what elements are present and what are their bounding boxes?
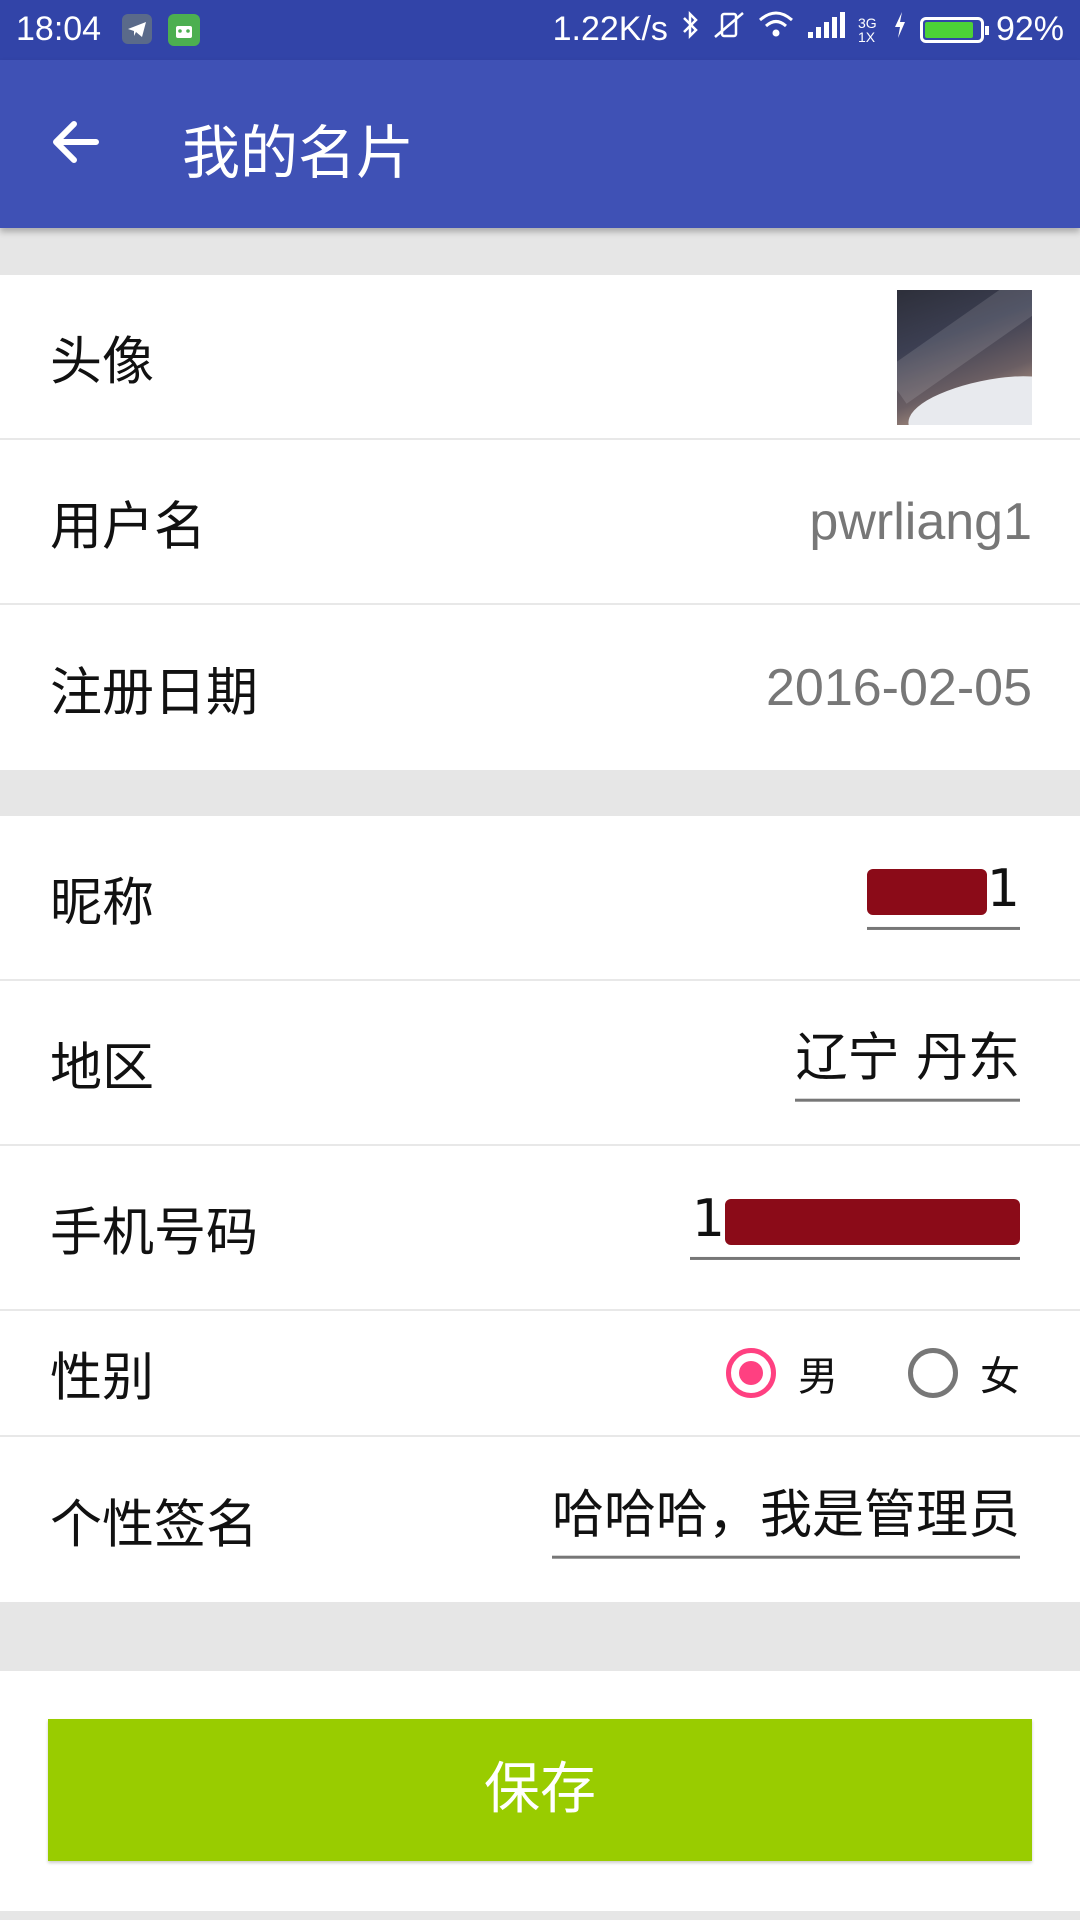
redaction-mark: [866, 868, 987, 915]
region-label: 地区: [50, 1038, 155, 1098]
arrow-back-icon: [53, 121, 99, 163]
register-date-value: 2016-02-05: [766, 658, 1032, 717]
bluetooth-icon: [680, 10, 700, 49]
username-value: pwrliang1: [809, 492, 1032, 551]
register-date-row: 注册日期 2016-02-05: [0, 605, 1080, 770]
gender-female-radio[interactable]: 女: [908, 1344, 1020, 1402]
app-bar: 我的名片: [0, 60, 1080, 228]
avatar-row[interactable]: 头像: [0, 275, 1080, 440]
gender-female-label: 女: [980, 1354, 1020, 1400]
save-area: 保存: [0, 1671, 1080, 1911]
android-app-icon: [168, 14, 200, 46]
phone-label: 手机号码: [50, 1203, 259, 1263]
region-value: 辽宁 丹东: [795, 1028, 1020, 1089]
nickname-value: 1: [986, 858, 1020, 919]
nickname-input[interactable]: 1: [866, 858, 1020, 930]
signature-value: 哈哈哈，我是管理员: [551, 1485, 1020, 1546]
gender-radio-group: 男 女: [726, 1344, 1020, 1402]
status-right: 1.22K/s 3G 1X 92%: [553, 10, 1064, 49]
register-date-label: 注册日期: [50, 663, 259, 723]
phone-value: 1: [691, 1188, 725, 1249]
charging-icon: [892, 10, 908, 49]
signature-input[interactable]: 哈哈哈，我是管理员: [551, 1472, 1020, 1559]
telegram-icon: [122, 14, 152, 44]
battery-icon: [919, 16, 989, 43]
region-input[interactable]: 辽宁 丹东: [795, 1015, 1020, 1102]
vibrate-mute-icon: [712, 10, 746, 49]
network-speed: 1.22K/s: [552, 10, 668, 48]
nickname-label: 昵称: [50, 873, 155, 933]
status-bar: 18:04 1.22K/s 3G 1X 92%: [0, 0, 1080, 60]
signature-row: 个性签名 哈哈哈，我是管理员: [0, 1437, 1080, 1602]
gender-male-radio[interactable]: 男: [726, 1344, 838, 1402]
editable-section: 昵称 1 地区 辽宁 丹东 手机号码 1 性别 男 女 个性签名 哈哈哈，我是管…: [0, 816, 1080, 1602]
username-row: 用户名 pwrliang1: [0, 440, 1080, 605]
signature-label: 个性签名: [50, 1495, 259, 1555]
phone-row: 手机号码 1: [0, 1146, 1080, 1311]
signal-icon: [806, 10, 846, 49]
radio-checked-icon: [726, 1348, 776, 1398]
network-type: 3G 1X: [857, 14, 877, 45]
region-row: 地区 辽宁 丹东: [0, 981, 1080, 1146]
status-time: 18:04: [16, 10, 102, 48]
radio-unchecked-icon: [908, 1348, 958, 1398]
wifi-icon: [758, 10, 794, 49]
gender-label: 性别: [50, 1348, 155, 1409]
page-title: 我的名片: [182, 119, 415, 187]
avatar[interactable]: [897, 290, 1032, 425]
battery-percent: 92%: [995, 10, 1064, 48]
profile-section: 头像 用户名 pwrliang1 注册日期 2016-02-05: [0, 275, 1080, 770]
phone-input[interactable]: 1: [690, 1188, 1020, 1260]
avatar-label: 头像: [50, 332, 155, 392]
nickname-row: 昵称 1: [0, 816, 1080, 981]
save-button[interactable]: 保存: [48, 1719, 1032, 1861]
redaction-mark: [725, 1198, 1020, 1245]
gender-male-label: 男: [798, 1354, 838, 1400]
back-button[interactable]: [48, 114, 120, 174]
username-label: 用户名: [50, 497, 207, 557]
gender-row: 性别 男 女: [0, 1311, 1080, 1437]
